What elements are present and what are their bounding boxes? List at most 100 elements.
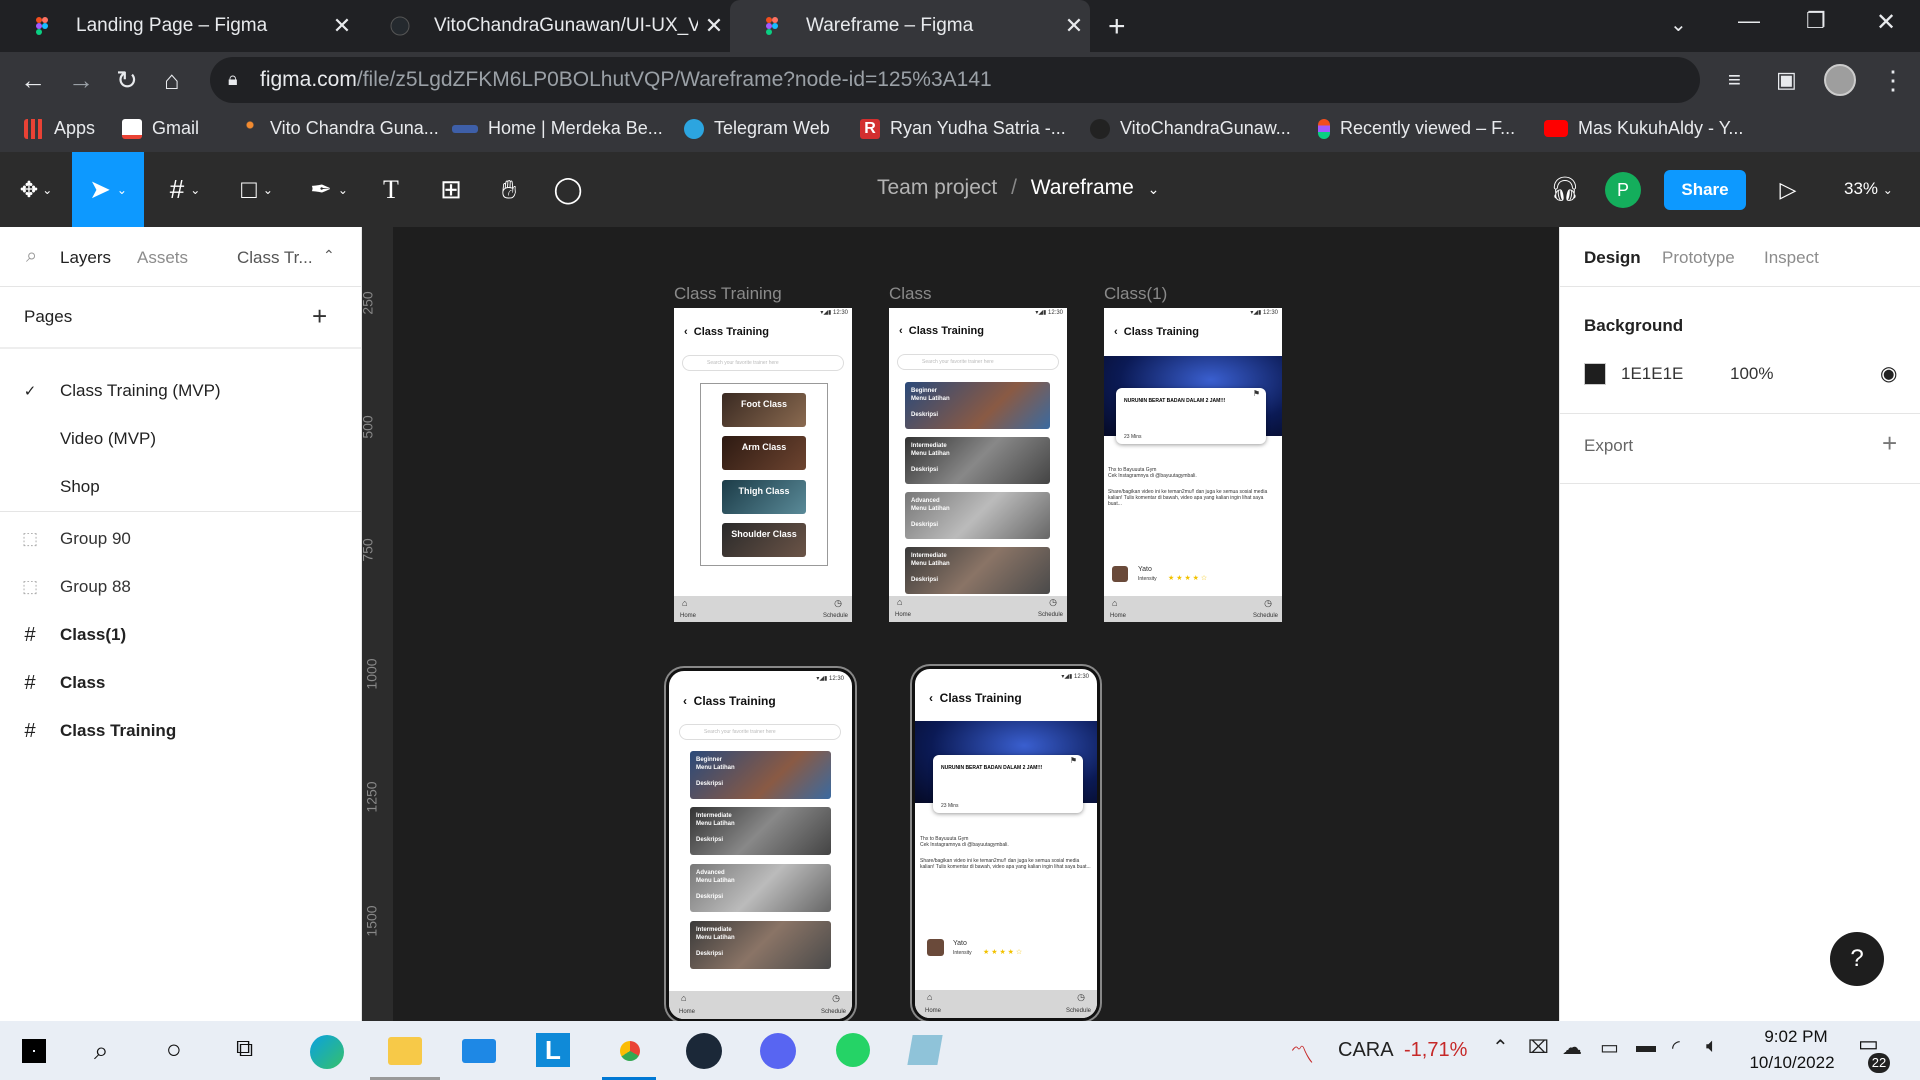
tab-search-icon[interactable]: ⌄ — [1670, 12, 1687, 37]
frame-label-class1[interactable]: Class(1) — [1104, 284, 1167, 304]
edge-icon[interactable] — [310, 1035, 344, 1069]
chrome-menu-icon[interactable]: ⋮ — [1880, 66, 1906, 94]
add-export-icon[interactable]: + — [1882, 428, 1897, 459]
phone-mockup-class[interactable]: ▾◢▮ 12:30 ‹ Class Training Search your f… — [666, 668, 855, 1022]
home-icon[interactable]: ⌂ — [682, 599, 687, 608]
tab-github[interactable]: VitoChandraGunawan/UI-UX_Vit ✕ — [358, 0, 730, 52]
forward-icon[interactable]: → — [68, 66, 94, 94]
help-button[interactable]: ? — [1830, 932, 1884, 986]
add-page-icon[interactable]: + — [312, 301, 327, 332]
file-name[interactable]: Wareframe — [1031, 176, 1134, 199]
project-name[interactable]: Team project — [877, 176, 997, 199]
bookmark-youtube[interactable]: Mas KukuhAldy - Y... — [1544, 118, 1743, 139]
back-arrow-icon[interactable]: ‹ — [1114, 326, 1118, 338]
search-icon[interactable]: ⌕ — [94, 1035, 109, 1067]
bookmark-telegram[interactable]: Telegram Web — [684, 118, 830, 139]
layer-class-training[interactable]: # Class Training — [0, 707, 361, 755]
page-item-class-training-mvp[interactable]: ✓ Class Training (MVP) — [0, 367, 361, 415]
file-explorer-icon[interactable] — [388, 1037, 422, 1065]
video-card[interactable]: NURUNIN BERAT BADAN DALAM 2 JAM!!! 23 Mi… — [1116, 388, 1266, 444]
present-button[interactable]: ▷ — [1770, 152, 1806, 227]
battery-icon[interactable]: ▬ — [1636, 1035, 1656, 1058]
main-menu-button[interactable]: ✥ ⌄ — [0, 152, 72, 227]
background-color-swatch[interactable] — [1584, 363, 1606, 385]
frame-label-class[interactable]: Class — [889, 284, 932, 304]
back-arrow-icon[interactable]: ‹ — [683, 694, 687, 708]
reload-icon[interactable]: ↻ — [116, 66, 138, 94]
text-tool-button[interactable]: T — [366, 152, 416, 227]
close-tab-icon[interactable]: ✕ — [1058, 13, 1090, 39]
comment-tool-button[interactable]: ◯ — [542, 152, 594, 227]
list-item-beginner[interactable]: Beginner Menu Latihan Deskripsi — [905, 382, 1050, 429]
eye-icon[interactable]: ◉ — [1880, 361, 1897, 386]
video-card[interactable]: NURUNIN BERAT BADAN DALAM 2 JAM!!! 23 Mi… — [933, 755, 1083, 813]
bookmark-vito[interactable]: Vito Chandra Guna... — [240, 118, 439, 139]
search-input[interactable]: Search your favorite trainer here — [897, 354, 1059, 370]
frame-class[interactable]: ▾◢▮ 12:30 ‹ Class Training Search your f… — [889, 308, 1067, 622]
bookmark-icon[interactable]: ⚑ — [1253, 390, 1260, 398]
list-item-advanced[interactable]: Advanced Menu Latihan Deskripsi — [905, 492, 1050, 539]
task-view-icon[interactable]: ⧉ — [236, 1035, 253, 1063]
phone-mockup-class1[interactable]: ▾◢▮ 12:30 ‹ Class Training NURUNIN BERAT… — [912, 666, 1100, 1021]
pen-tool-button[interactable]: ✒ ⌄ — [294, 152, 364, 227]
home-icon[interactable]: ⌂ — [164, 66, 180, 94]
tab-design[interactable]: Design — [1584, 248, 1641, 268]
search-icon[interactable]: ⌕ — [26, 245, 37, 268]
media-control-icon[interactable]: ≡ — [1728, 66, 1741, 94]
steam-icon[interactable] — [686, 1033, 722, 1069]
notes-app-icon[interactable] — [907, 1035, 943, 1065]
bookmark-merdeka[interactable]: Home | Merdeka Be... — [452, 118, 663, 139]
new-tab-button[interactable]: + — [1108, 10, 1126, 44]
wifi-icon[interactable]: ◜ — [1672, 1035, 1680, 1060]
back-icon[interactable]: ← — [20, 66, 46, 94]
shape-tool-button[interactable]: □ ⌄ — [222, 152, 292, 227]
chevron-up-icon[interactable]: ⌃ — [1492, 1035, 1509, 1060]
bookmark-gmail[interactable]: Gmail — [122, 118, 199, 139]
clock-time[interactable]: 9:02 PM — [1756, 1027, 1836, 1047]
chevron-down-icon[interactable]: ⌄ — [1148, 181, 1160, 197]
thigh-class-button[interactable]: Thigh Class — [722, 480, 806, 514]
home-icon[interactable]: ⌂ — [927, 993, 932, 1002]
tab-assets[interactable]: Assets — [137, 248, 188, 268]
home-icon[interactable]: ⌂ — [681, 994, 686, 1003]
frame-tool-button[interactable]: # ⌄ — [150, 152, 220, 227]
clock-icon[interactable]: ◷ — [832, 994, 840, 1003]
share-button[interactable]: Share — [1664, 170, 1746, 210]
tab-wareframe[interactable]: Wareframe – Figma ✕ — [730, 0, 1090, 52]
bookmark-apps[interactable]: Apps — [24, 118, 95, 139]
meet-icon[interactable]: ⌧ — [1528, 1037, 1549, 1058]
tab-layers[interactable]: Layers — [60, 248, 111, 268]
address-bar[interactable]: 🔒︎ figma.com/file/z5LgdZFKM6LP0BOLhutVQP… — [210, 57, 1700, 103]
whatsapp-icon[interactable] — [836, 1033, 870, 1067]
arm-class-button[interactable]: Arm Class — [722, 436, 806, 470]
frame-label-class-training[interactable]: Class Training — [674, 284, 782, 304]
frame-class-training[interactable]: ▾◢▮ 12:30 ‹ Class Training Search your f… — [674, 308, 852, 622]
close-window-button[interactable]: ✕ — [1876, 8, 1896, 37]
list-item-intermediate-2[interactable]: Intermediate Menu Latihan Deskripsi — [690, 921, 831, 969]
list-item-advanced[interactable]: Advanced Menu Latihan Deskripsi — [690, 864, 831, 912]
profile-avatar[interactable] — [1824, 64, 1856, 96]
tab-inspect[interactable]: Inspect — [1764, 248, 1819, 268]
back-arrow-icon[interactable]: ‹ — [929, 691, 933, 705]
hand-tool-button[interactable]: ✋︎ — [484, 152, 534, 227]
back-arrow-icon[interactable]: ‹ — [899, 325, 903, 337]
back-arrow-icon[interactable]: ‹ — [684, 326, 688, 338]
home-icon[interactable]: ⌂ — [1112, 599, 1117, 608]
frame-class1[interactable]: ▾◢▮ 12:30 ‹ Class Training NURUNIN BERAT… — [1104, 308, 1282, 622]
search-input[interactable]: Search your favorite trainer here — [679, 724, 841, 740]
cortana-icon[interactable]: ○ — [166, 1034, 182, 1065]
home-icon[interactable]: ⌂ — [897, 598, 902, 607]
page-selector[interactable]: Class Tr... — [237, 248, 313, 268]
close-tab-icon[interactable]: ✕ — [326, 13, 358, 39]
list-item-intermediate[interactable]: Intermediate Menu Latihan Deskripsi — [690, 807, 831, 855]
zoom-dropdown[interactable]: 33% ⌄ — [1844, 179, 1893, 199]
clock-icon[interactable]: ◷ — [1077, 993, 1085, 1002]
volume-icon[interactable]: 🔈︎ — [1706, 1035, 1718, 1058]
list-item-intermediate-2[interactable]: Intermediate Menu Latihan Deskripsi — [905, 547, 1050, 594]
page-item-shop[interactable]: Shop — [0, 463, 361, 511]
discord-icon[interactable] — [760, 1033, 796, 1069]
bookmark-icon[interactable]: ⚑ — [1070, 757, 1077, 765]
mail-icon[interactable] — [462, 1039, 496, 1063]
clock-icon[interactable]: ◷ — [834, 599, 842, 608]
move-tool-button[interactable]: ➤ ⌄ — [72, 152, 144, 227]
